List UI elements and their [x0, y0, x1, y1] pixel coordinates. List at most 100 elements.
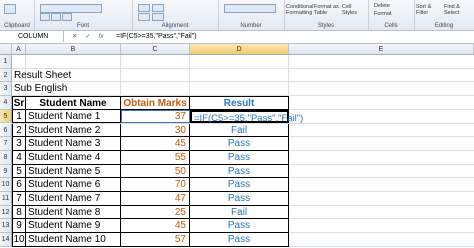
- header-obtain-marks[interactable]: Obtain Marks: [121, 96, 190, 110]
- row-header[interactable]: 5: [0, 109, 12, 124]
- fx-icon[interactable]: fx: [99, 33, 104, 40]
- bold-icon[interactable]: [40, 13, 50, 21]
- number-label: Number: [240, 23, 262, 29]
- table-row-sr[interactable]: 5: [12, 164, 26, 179]
- table-row-name[interactable]: Student Name 8: [26, 205, 121, 220]
- column-header-a[interactable]: A: [12, 44, 26, 55]
- ribbon: Clipboard Font Alignment Number Conditio…: [0, 0, 474, 31]
- enter-icon[interactable]: ✓: [85, 33, 90, 40]
- row-header[interactable]: 3: [0, 82, 12, 97]
- table-row-sr[interactable]: 2: [12, 123, 26, 138]
- table-row-name[interactable]: Student Name 1: [26, 109, 121, 124]
- format-button[interactable]: Format: [374, 11, 391, 17]
- formula-bar: COLUMN ✕ ✓ fx =IF(C5>=35,"Pass","Fail"): [0, 31, 474, 44]
- table-row-marks[interactable]: 47: [121, 192, 190, 206]
- row-header[interactable]: 14: [0, 233, 12, 247]
- editing-group: Sort & Filter Find & Select Editing: [414, 0, 474, 30]
- table-row-marks[interactable]: 45: [121, 219, 190, 234]
- row-header[interactable]: 12: [0, 205, 12, 220]
- select-all-corner[interactable]: [0, 44, 12, 55]
- row-header[interactable]: 4: [0, 96, 12, 110]
- table-row-result[interactable]: Pass: [190, 164, 289, 179]
- header-result[interactable]: Result: [190, 96, 289, 110]
- font-group: Font: [34, 0, 133, 30]
- align-left-icon[interactable]: [138, 13, 150, 21]
- table-row-sr[interactable]: 1: [12, 109, 26, 124]
- sort-filter-button[interactable]: Sort & Filter: [416, 4, 440, 16]
- table-row-sr[interactable]: 9: [12, 219, 26, 234]
- table-row-name[interactable]: Student Name 9: [26, 219, 121, 234]
- number-group: Number: [218, 0, 285, 30]
- sheet-subject-cell[interactable]: Sub English: [12, 82, 132, 96]
- conditional-formatting-button[interactable]: Conditional Formatting: [286, 4, 314, 16]
- row-header[interactable]: 9: [0, 164, 12, 179]
- formula-input[interactable]: =IF(C5>=35,"Pass","Fail"): [116, 31, 197, 42]
- row-header[interactable]: 1: [0, 55, 12, 69]
- table-row-name[interactable]: Student Name 6: [26, 178, 121, 192]
- table-row-marks[interactable]: 45: [121, 137, 190, 151]
- table-row-name[interactable]: Student Name 7: [26, 192, 121, 206]
- table-row-sr[interactable]: 3: [12, 137, 26, 151]
- font-selector[interactable]: [40, 4, 102, 13]
- row-header[interactable]: 8: [0, 150, 12, 165]
- table-row-marks[interactable]: 70: [121, 178, 190, 192]
- styles-label: Styles: [317, 23, 335, 29]
- cells-group: Delete Format Cells: [368, 0, 415, 30]
- format-as-table-button[interactable]: Format as Table: [314, 4, 340, 16]
- align-center-icon[interactable]: [152, 13, 164, 21]
- find-select-button[interactable]: Find & Select: [444, 4, 468, 16]
- table-row-name[interactable]: Student Name 3: [26, 137, 121, 151]
- table-row-result[interactable]: Pass: [190, 233, 289, 247]
- row-header[interactable]: 10: [0, 178, 12, 192]
- editing-result-cell[interactable]: =IF(C5>=35,"Pass","Fail"): [190, 109, 303, 124]
- table-row-marks[interactable]: 57: [121, 233, 190, 247]
- column-header-d[interactable]: D: [190, 44, 289, 55]
- table-row-result[interactable]: Fail: [190, 205, 289, 220]
- italic-icon[interactable]: [51, 13, 61, 21]
- table-row-marks[interactable]: 50: [121, 164, 190, 179]
- table-row-sr[interactable]: 6: [12, 178, 26, 192]
- table-row-sr[interactable]: 10: [12, 233, 26, 247]
- table-row-name[interactable]: Student Name 4: [26, 150, 121, 165]
- table-row-sr[interactable]: 8: [12, 205, 26, 220]
- header-student-name[interactable]: Student Name: [26, 96, 121, 110]
- table-row-marks[interactable]: 25: [121, 205, 190, 220]
- range-reference-highlight: [121, 109, 190, 124]
- cell-styles-button[interactable]: Cell Styles: [342, 4, 366, 16]
- table-row-result[interactable]: Pass: [190, 137, 289, 151]
- table-row-marks[interactable]: 30: [121, 123, 190, 138]
- row-header[interactable]: 13: [0, 219, 12, 234]
- row-header[interactable]: 11: [0, 192, 12, 206]
- table-row-sr[interactable]: 4: [12, 150, 26, 165]
- sheet-title-cell[interactable]: Result Sheet: [12, 69, 132, 83]
- clipboard-label: Clipboard: [4, 23, 30, 29]
- table-row-name[interactable]: Student Name 2: [26, 123, 121, 138]
- table-row-result[interactable]: Pass: [190, 150, 289, 165]
- column-header-c[interactable]: C: [121, 44, 190, 55]
- cancel-icon[interactable]: ✕: [72, 33, 77, 40]
- align-top-icon[interactable]: [138, 4, 150, 12]
- table-row-name[interactable]: Student Name 5: [26, 164, 121, 179]
- column-header-b[interactable]: B: [26, 44, 121, 55]
- table-row-result[interactable]: Fail: [190, 123, 289, 138]
- paste-icon[interactable]: [4, 4, 16, 14]
- table-row-name[interactable]: Student Name 10: [26, 233, 121, 247]
- header-sr[interactable]: Sr: [12, 96, 26, 110]
- table-row-marks[interactable]: 55: [121, 150, 190, 165]
- clipboard-group: Clipboard: [0, 0, 35, 30]
- table-row-result[interactable]: Pass: [190, 178, 289, 192]
- delete-button[interactable]: Delete: [374, 3, 390, 9]
- table-row-result[interactable]: Pass: [190, 192, 289, 206]
- number-format-selector[interactable]: [224, 4, 276, 13]
- table-row-sr[interactable]: 7: [12, 192, 26, 206]
- column-header-e[interactable]: E: [289, 44, 474, 55]
- row-header[interactable]: 6: [0, 123, 12, 138]
- underline-icon[interactable]: [62, 13, 72, 21]
- row-header[interactable]: 7: [0, 137, 12, 151]
- alignment-group: Alignment: [132, 0, 219, 30]
- row-header[interactable]: 2: [0, 68, 12, 83]
- table-row-result[interactable]: Pass: [190, 219, 289, 234]
- name-box[interactable]: COLUMN: [0, 31, 64, 42]
- align-middle-icon[interactable]: [152, 4, 164, 12]
- font-label: Font: [76, 23, 89, 29]
